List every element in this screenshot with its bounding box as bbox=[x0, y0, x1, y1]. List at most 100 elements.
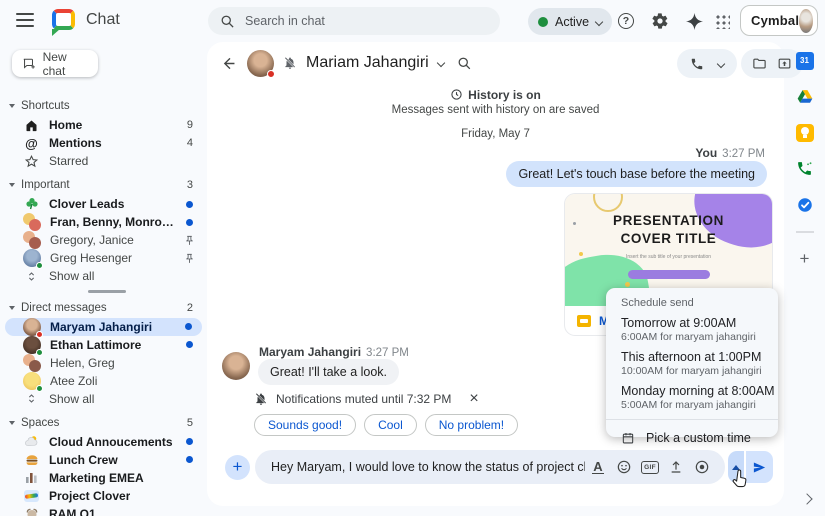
outgoing-message-bubble[interactable]: Great! Let's touch base before the meeti… bbox=[506, 161, 767, 187]
incoming-avatar[interactable] bbox=[222, 352, 250, 380]
calendar-icon[interactable]: 31 bbox=[795, 51, 814, 70]
sidebar-item-lunch-crew[interactable]: Lunch Crew bbox=[0, 451, 207, 469]
sidebar-item-home[interactable]: Home 9 bbox=[0, 116, 207, 134]
cloud-icon bbox=[23, 433, 40, 450]
close-icon[interactable]: × bbox=[469, 391, 478, 407]
section-direct-messages[interactable]: Direct messages 2 bbox=[0, 298, 207, 318]
keep-icon[interactable] bbox=[795, 123, 814, 142]
status-selector[interactable]: Active bbox=[528, 8, 612, 35]
emoji-icon bbox=[616, 459, 632, 475]
message-input[interactable]: Hey Maryam, I would love to know the sta… bbox=[271, 460, 585, 474]
group-avatar bbox=[23, 354, 41, 372]
format-button[interactable]: A bbox=[585, 454, 611, 480]
add-content-button[interactable]: + bbox=[225, 455, 250, 480]
sidebar-item-cloud-annoucements[interactable]: Cloud Annoucements bbox=[0, 433, 207, 451]
sidebar-item-starred[interactable]: Starred bbox=[0, 152, 207, 170]
avatar bbox=[23, 372, 41, 390]
sidebar-item-project-clover[interactable]: Project Clover bbox=[0, 487, 207, 505]
smart-reply-chip[interactable]: Cool bbox=[364, 414, 417, 436]
new-chat-label: New chat bbox=[43, 50, 88, 78]
sidebar-item-mentions[interactable]: @ Mentions 4 bbox=[0, 134, 207, 152]
back-button[interactable] bbox=[221, 55, 238, 72]
chevron-down-icon[interactable] bbox=[436, 59, 444, 67]
chat-panel: Mariam Jahangiri History is on Messages … bbox=[207, 42, 784, 506]
show-all-important[interactable]: Show all bbox=[0, 267, 207, 285]
show-all-dm[interactable]: Show all bbox=[0, 390, 207, 408]
option-main: Monday morning at 8:00AM bbox=[621, 384, 778, 398]
upload-button[interactable] bbox=[663, 454, 689, 480]
sidebar-item-ram-q1[interactable]: RAM Q1 bbox=[0, 505, 207, 516]
drive-icon[interactable] bbox=[795, 87, 814, 106]
files-folder-button[interactable] bbox=[752, 56, 767, 71]
main-menu-icon[interactable] bbox=[16, 13, 34, 27]
search-input[interactable] bbox=[245, 14, 465, 28]
item-label: Clover Leads bbox=[49, 197, 124, 211]
unfold-more-icon bbox=[23, 268, 40, 285]
gif-button[interactable]: GIF bbox=[637, 454, 663, 480]
gemini-button[interactable] bbox=[684, 11, 704, 31]
chevron-up-icon bbox=[732, 465, 740, 470]
schedule-option-afternoon[interactable]: This afternoon at 1:00PM 10:00AM for mar… bbox=[621, 350, 778, 377]
send-button[interactable] bbox=[746, 451, 773, 483]
section-title: Direct messages bbox=[21, 302, 107, 314]
voice-icon[interactable] bbox=[795, 159, 814, 178]
unread-dot bbox=[186, 219, 193, 226]
sidebar-item-fran-group[interactable]: Fran, Benny, Monroe, Vin... bbox=[0, 213, 207, 231]
smart-reply-chip[interactable]: Sounds good! bbox=[254, 414, 356, 436]
sidebar: New chat Shortcuts Home 9 @ Mentions 4 S… bbox=[0, 42, 207, 516]
unread-dot bbox=[186, 201, 193, 208]
option-main: This afternoon at 1:00PM bbox=[621, 350, 778, 364]
item-label: Ethan Lattimore bbox=[50, 338, 141, 352]
sidebar-item-helen-greg[interactable]: Helen, Greg bbox=[0, 354, 207, 372]
sidebar-item-ethan-lattimore[interactable]: Ethan Lattimore bbox=[0, 336, 207, 354]
item-label: Mentions bbox=[49, 136, 102, 150]
collapse-caret-icon bbox=[9, 421, 15, 425]
call-button[interactable] bbox=[677, 49, 737, 78]
sidebar-item-gregory-janice[interactable]: Gregory, Janice bbox=[0, 231, 207, 249]
slides-file-icon bbox=[577, 315, 591, 327]
pick-custom-time-button[interactable]: Pick a custom time bbox=[621, 427, 778, 449]
chat-avatar[interactable] bbox=[247, 50, 274, 77]
schedule-send-popup: Schedule send Tomorrow at 9:00AM 6:00AM … bbox=[606, 288, 778, 437]
section-spaces[interactable]: Spaces 5 bbox=[0, 413, 207, 433]
help-button[interactable]: ? bbox=[616, 11, 636, 31]
bell-muted-icon bbox=[254, 392, 268, 406]
section-shortcuts[interactable]: Shortcuts bbox=[0, 96, 207, 116]
active-status-dot bbox=[538, 17, 548, 27]
emoji-button[interactable] bbox=[611, 454, 637, 480]
search-bar[interactable] bbox=[208, 7, 500, 35]
sidebar-resize-handle[interactable] bbox=[88, 290, 126, 293]
slide-title-line1: PRESENTATION bbox=[565, 213, 772, 228]
format-icon: A bbox=[592, 460, 603, 474]
schedule-option-monday[interactable]: Monday morning at 8:00AM 5:00AM for mary… bbox=[621, 384, 778, 411]
slide-title-line2: COVER TITLE bbox=[565, 231, 772, 246]
section-important[interactable]: Important 3 bbox=[0, 175, 207, 195]
section-title: Important bbox=[21, 179, 70, 191]
unread-count: 4 bbox=[187, 137, 193, 149]
option-main: Tomorrow at 9:00AM bbox=[621, 316, 778, 330]
video-message-button[interactable] bbox=[689, 454, 715, 480]
get-add-ons-button[interactable]: + bbox=[800, 250, 810, 267]
chat-logo bbox=[52, 9, 75, 30]
item-label: Gregory, Janice bbox=[50, 233, 134, 247]
ram-icon bbox=[23, 505, 40, 516]
schedule-option-tomorrow[interactable]: Tomorrow at 9:00AM 6:00AM for maryam jah… bbox=[621, 316, 778, 343]
sidebar-item-greg-hesenger[interactable]: Greg Hesenger bbox=[0, 249, 207, 267]
schedule-send-button[interactable] bbox=[728, 451, 744, 483]
sidebar-item-clover-leads[interactable]: Clover Leads bbox=[0, 195, 207, 213]
org-label: Cymbal bbox=[751, 13, 799, 28]
smart-reply-chip[interactable]: No problem! bbox=[425, 414, 518, 436]
incoming-message-bubble[interactable]: Great! I'll take a look. bbox=[258, 359, 399, 385]
sidebar-item-marketing-emea[interactable]: Marketing EMEA bbox=[0, 469, 207, 487]
sidebar-item-maryam-jahangiri[interactable]: Maryam Jahangiri bbox=[5, 318, 202, 336]
avatar bbox=[23, 336, 41, 354]
sidebar-item-atee-zoli[interactable]: Atee Zoli bbox=[0, 372, 207, 390]
tasks-icon[interactable] bbox=[795, 195, 814, 214]
record-icon bbox=[694, 459, 710, 475]
collapse-panel-icon[interactable] bbox=[803, 492, 811, 506]
settings-button[interactable] bbox=[650, 11, 670, 31]
new-chat-button[interactable]: New chat bbox=[12, 50, 98, 77]
account-switcher[interactable]: Cymbal bbox=[740, 5, 818, 36]
apps-button[interactable] bbox=[712, 11, 732, 31]
search-in-conversation-button[interactable] bbox=[457, 56, 472, 71]
